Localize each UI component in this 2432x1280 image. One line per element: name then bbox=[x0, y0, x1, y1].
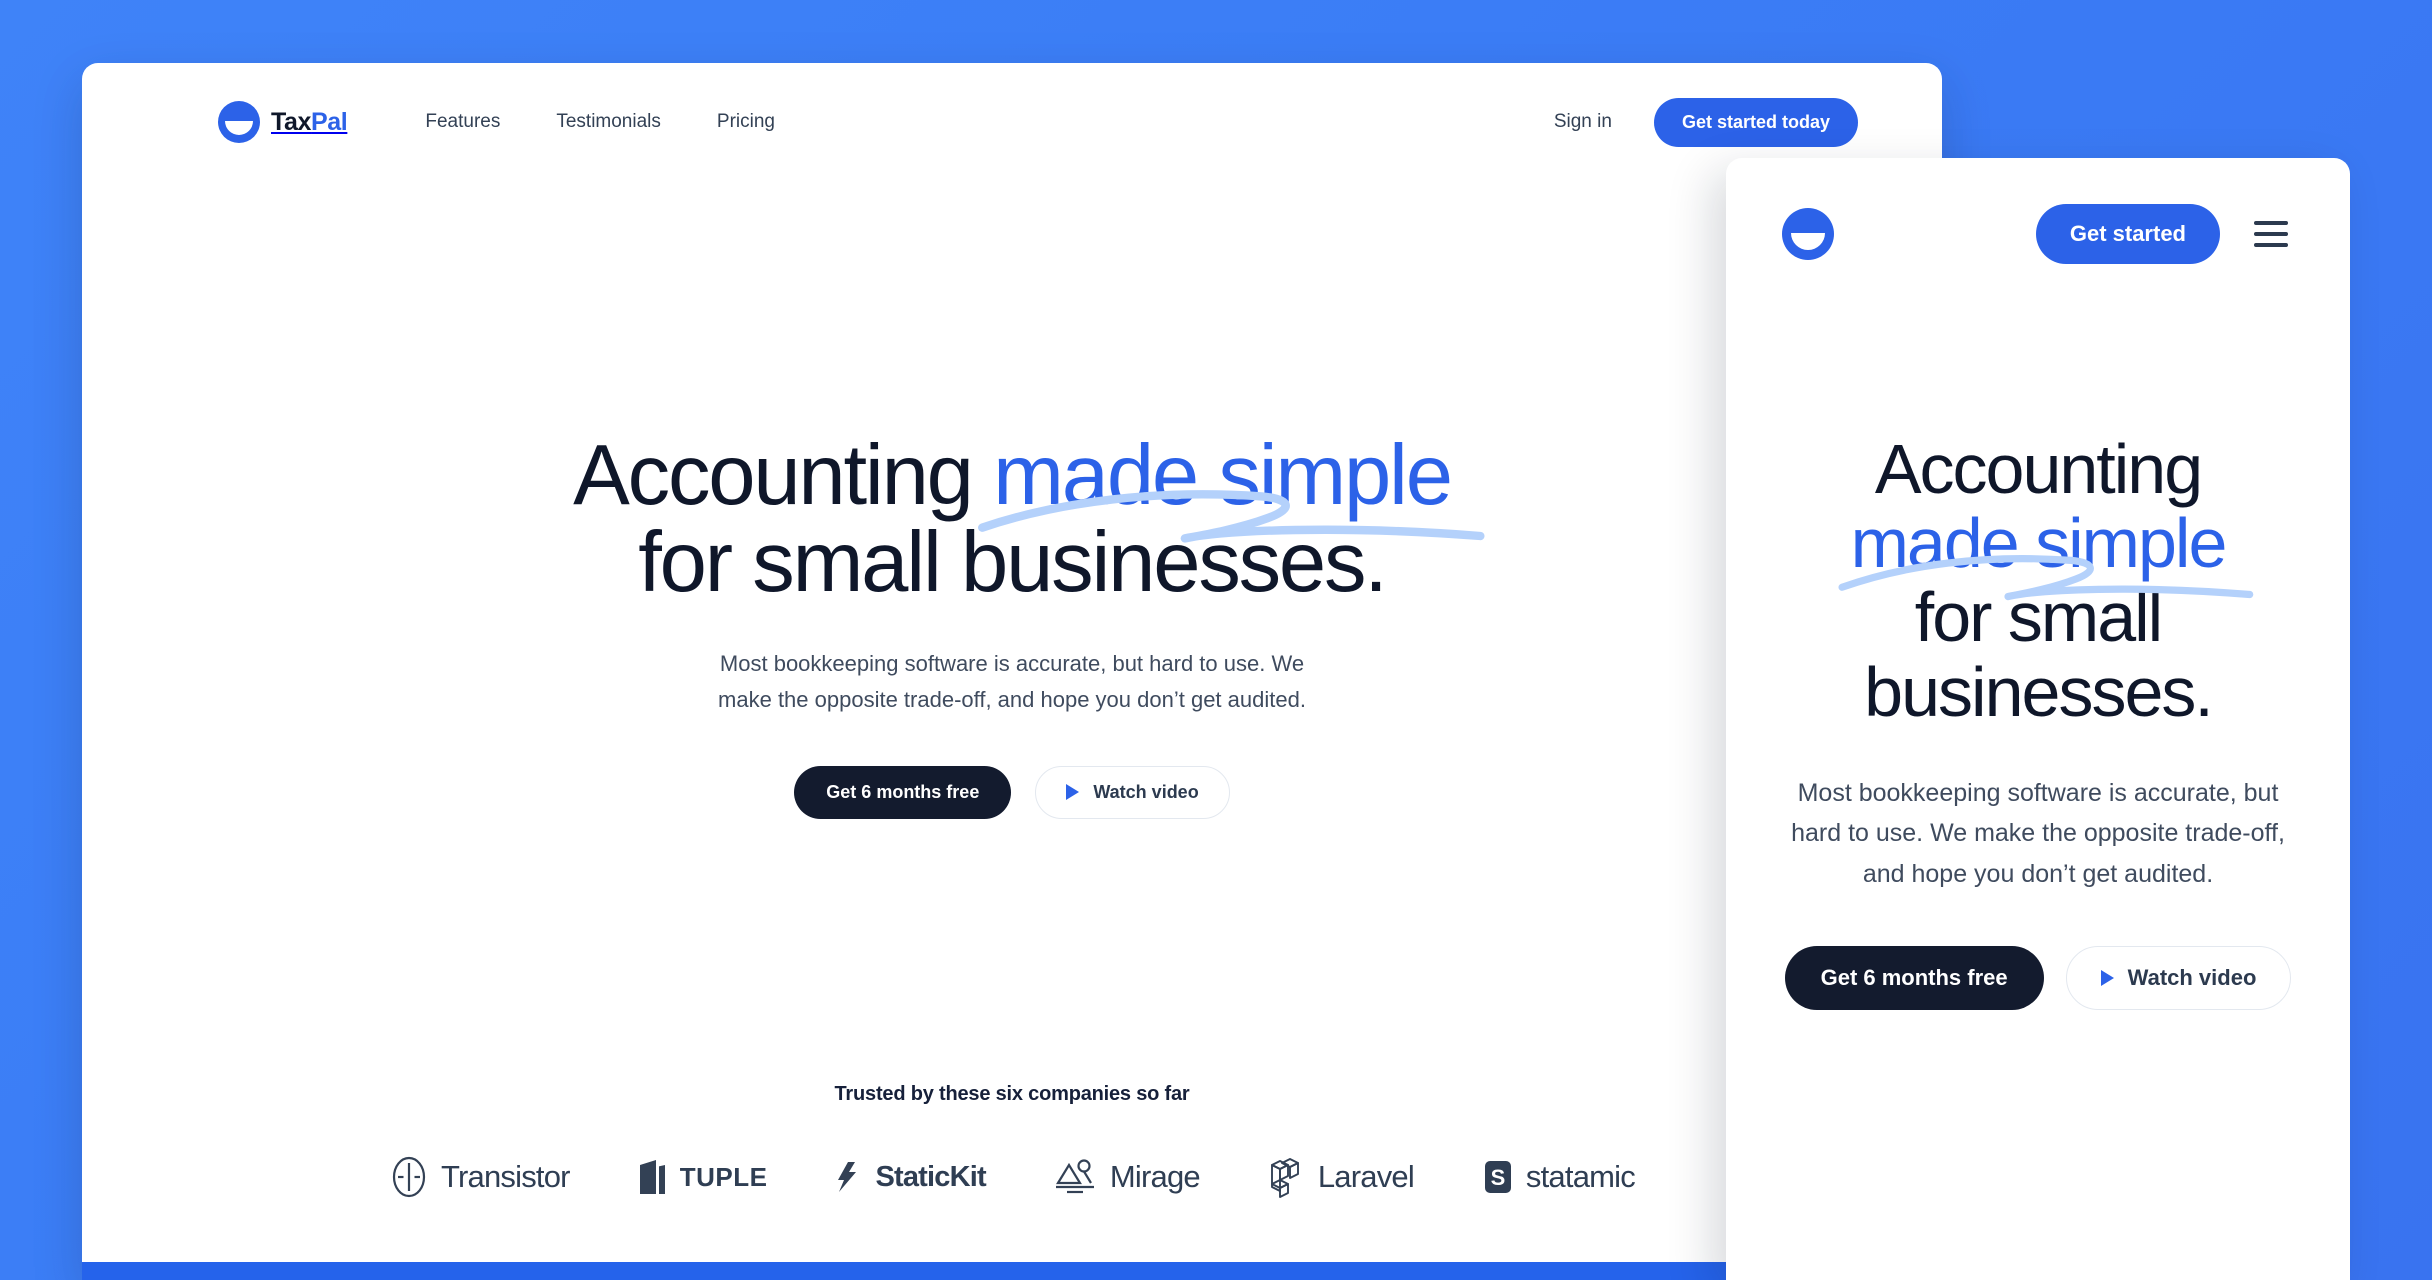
mobile-cta-row: Get 6 months free Watch video bbox=[1770, 946, 2306, 1011]
company-logo-statamic: S statamic bbox=[1482, 1158, 1636, 1196]
get-started-today-button[interactable]: Get started today bbox=[1653, 97, 1858, 147]
headline-part-2: for small businesses. bbox=[638, 514, 1388, 610]
taxpal-logo-icon[interactable] bbox=[1782, 208, 1834, 260]
mobile-header-actions: Get started bbox=[2035, 204, 2288, 264]
play-icon bbox=[1066, 784, 1080, 801]
desktop-cta-row: Get 6 months free Watch video bbox=[82, 765, 1942, 819]
brand-name-first: Tax bbox=[271, 107, 312, 136]
nav-item-pricing[interactable]: Pricing bbox=[717, 111, 775, 133]
desktop-next-section-band bbox=[82, 1262, 1942, 1280]
company-name-mirage: Mirage bbox=[1109, 1159, 1201, 1194]
company-logo-row: Transistor TUPLE StaticKit Mirage Larave… bbox=[82, 1156, 1942, 1198]
desktop-header-actions: Sign in Get started today bbox=[1554, 97, 1858, 147]
company-name-laravel: Laravel bbox=[1317, 1159, 1415, 1194]
brand-name-second: Pal bbox=[311, 107, 348, 136]
mobile-headline-highlight: made simple bbox=[1838, 504, 2253, 600]
watch-video-label: Watch video bbox=[1093, 781, 1199, 802]
company-logo-tuple: TUPLE bbox=[638, 1157, 768, 1197]
mirage-logo-icon bbox=[1055, 1159, 1094, 1194]
brand-logo-link[interactable]: TaxPal bbox=[218, 101, 348, 143]
mobile-hero: Accounting made simple for small busines… bbox=[1726, 432, 2350, 1011]
trusted-by-section: Trusted by these six companies so far Tr… bbox=[82, 1083, 1942, 1198]
company-name-tuple: TUPLE bbox=[679, 1161, 768, 1192]
nav-item-testimonials[interactable]: Testimonials bbox=[556, 111, 661, 133]
mobile-watch-video-label: Watch video bbox=[2127, 965, 2257, 991]
company-name-statickit: StaticKit bbox=[875, 1160, 986, 1193]
desktop-subcopy: Most bookkeeping software is accurate, b… bbox=[718, 651, 1306, 712]
play-icon bbox=[2100, 970, 2114, 987]
get-started-button[interactable]: Get started bbox=[2035, 204, 2220, 264]
headline-part-1: Accounting bbox=[573, 428, 994, 523]
company-logo-transistor: Transistor bbox=[389, 1156, 571, 1198]
statickit-logo-icon bbox=[838, 1162, 857, 1192]
statamic-logo-icon: S bbox=[1484, 1161, 1511, 1193]
tuple-logo-icon bbox=[639, 1160, 665, 1194]
mobile-subcopy: Most bookkeeping software is accurate, b… bbox=[1791, 778, 2285, 888]
trusted-by-label: Trusted by these six companies so far bbox=[834, 1083, 1190, 1105]
desktop-hero: Accounting made simple for small busines… bbox=[82, 181, 1942, 819]
desktop-nav: Features Testimonials Pricing bbox=[425, 111, 775, 133]
desktop-browser-panel: TaxPal Features Testimonials Pricing Sig… bbox=[82, 63, 1942, 1280]
mobile-headline-highlight-text: made simple bbox=[1850, 504, 2228, 583]
mobile-preview-panel: Get started Accounting made simple for s… bbox=[1726, 158, 2350, 1280]
mobile-headline-part-2: for small businesses. bbox=[1864, 578, 2214, 731]
watch-video-button[interactable]: Watch video bbox=[1035, 765, 1230, 819]
get-6-months-free-button[interactable]: Get 6 months free bbox=[794, 765, 1012, 819]
company-name-statamic: statamic bbox=[1525, 1159, 1636, 1194]
mobile-headline-part-1: Accounting bbox=[1874, 430, 2203, 508]
company-logo-laravel: Laravel bbox=[1268, 1156, 1415, 1198]
taxpal-logo-icon bbox=[218, 101, 260, 143]
hamburger-menu-icon[interactable] bbox=[2254, 221, 2288, 247]
company-logo-statickit: StaticKit bbox=[835, 1160, 987, 1194]
transistor-logo-icon bbox=[392, 1156, 426, 1198]
headline-highlight-text: made simple bbox=[993, 428, 1453, 523]
company-logo-mirage: Mirage bbox=[1054, 1157, 1201, 1197]
company-name-transistor: Transistor bbox=[441, 1159, 570, 1194]
mobile-watch-video-button[interactable]: Watch video bbox=[2065, 946, 2292, 1011]
laravel-logo-icon bbox=[1270, 1158, 1299, 1198]
svg-text:S: S bbox=[1491, 1165, 1506, 1190]
mobile-get-6-months-free-button[interactable]: Get 6 months free bbox=[1784, 946, 2044, 1011]
mobile-headline: Accounting made simple for small busines… bbox=[1770, 432, 2306, 729]
brand-name: TaxPal bbox=[271, 107, 348, 137]
headline-highlight: made simple bbox=[977, 432, 1485, 543]
nav-item-features[interactable]: Features bbox=[425, 111, 500, 133]
desktop-header: TaxPal Features Testimonials Pricing Sig… bbox=[82, 63, 1942, 181]
mobile-header: Get started bbox=[1726, 158, 2350, 264]
desktop-headline: Accounting made simple for small busines… bbox=[82, 432, 1942, 606]
sign-in-link[interactable]: Sign in bbox=[1554, 111, 1612, 133]
